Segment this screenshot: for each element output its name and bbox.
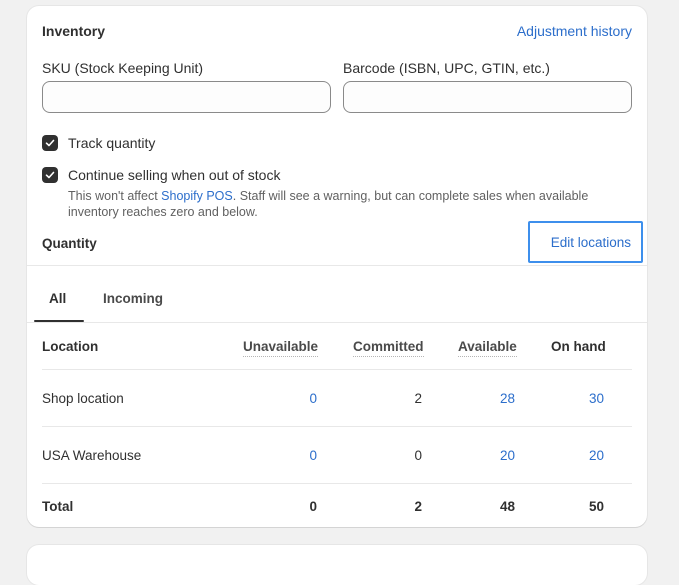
tab-all[interactable]: All (49, 291, 66, 306)
edit-locations-label: Edit locations (550, 234, 631, 250)
card-title: Inventory (42, 23, 106, 39)
continue-selling-helper: This won't affect Shopify POS. Staff wil… (68, 188, 628, 220)
next-card (27, 545, 647, 585)
unavailable-value[interactable]: 0 (277, 391, 317, 406)
shopify-pos-link[interactable]: Shopify POS (161, 189, 233, 203)
section-divider (27, 265, 647, 266)
header-available[interactable]: Available (458, 339, 517, 357)
total-available: 48 (499, 499, 515, 514)
location-name: Shop location (42, 391, 124, 406)
continue-selling-label: Continue selling when out of stock (68, 167, 281, 183)
adjustment-history-link[interactable]: Adjustment history (517, 23, 632, 39)
barcode-label: Barcode (ISBN, UPC, GTIN, etc.) (343, 60, 550, 76)
total-unavailable: 0 (309, 499, 317, 514)
header-unavailable[interactable]: Unavailable (243, 339, 319, 357)
continue-selling-row[interactable]: Continue selling when out of stock (42, 167, 280, 183)
location-name: USA Warehouse (42, 448, 142, 463)
unavailable-value[interactable]: 0 (277, 448, 317, 463)
total-label: Total (42, 499, 74, 514)
inventory-card: Inventory Adjustment history SKU (Stock … (27, 6, 647, 527)
total-on-hand: 50 (588, 499, 604, 514)
row-divider (42, 369, 632, 370)
edit-locations-button[interactable]: Edit locations (528, 221, 643, 263)
track-quantity-checkbox[interactable] (42, 135, 58, 151)
barcode-input[interactable] (343, 81, 632, 113)
sku-input[interactable] (42, 81, 331, 113)
continue-selling-checkbox[interactable] (42, 167, 58, 183)
committed-value: 0 (414, 448, 422, 463)
quantity-heading: Quantity (42, 236, 97, 251)
committed-value: 2 (414, 391, 422, 406)
header-on-hand: On hand (551, 339, 606, 354)
row-divider (42, 426, 632, 427)
track-quantity-row[interactable]: Track quantity (42, 135, 155, 151)
tab-incoming[interactable]: Incoming (103, 291, 163, 306)
checkmark-icon (45, 139, 55, 147)
checkmark-icon (45, 171, 55, 179)
total-committed: 2 (414, 499, 422, 514)
tabs-divider (27, 322, 647, 323)
header-location: Location (42, 339, 99, 354)
helper-text-prefix: This won't affect (68, 189, 162, 203)
on-hand-value[interactable]: 20 (564, 448, 604, 463)
sku-label: SKU (Stock Keeping Unit) (42, 60, 204, 76)
row-divider (42, 483, 632, 484)
header-committed[interactable]: Committed (353, 339, 424, 357)
track-quantity-label: Track quantity (68, 135, 156, 151)
on-hand-value[interactable]: 30 (564, 391, 604, 406)
available-value[interactable]: 28 (475, 391, 515, 406)
available-value[interactable]: 20 (475, 448, 515, 463)
